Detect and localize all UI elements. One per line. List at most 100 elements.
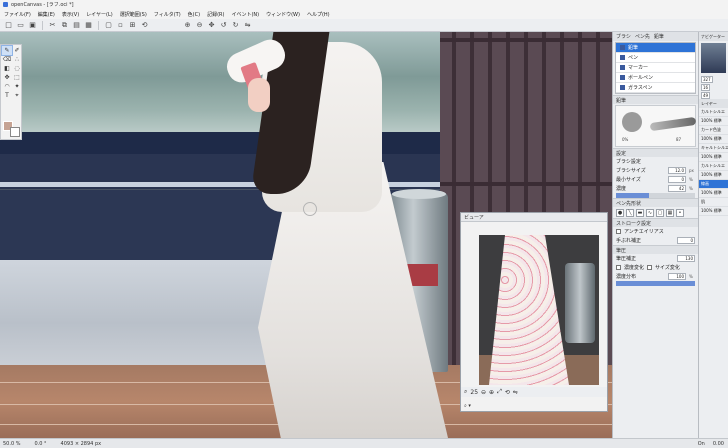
rotate-left-icon[interactable]: ↺ (219, 21, 228, 30)
open-folder-icon[interactable]: ▭ (16, 21, 25, 30)
pressure-curve-input[interactable]: 130 (677, 255, 695, 262)
viewer-rotate-icon[interactable]: ⟲ (505, 389, 510, 396)
density-change-checkbox[interactable] (616, 265, 621, 270)
brush-settings-row[interactable]: ブラシ設定 (613, 157, 698, 166)
menu-select[interactable]: 選択範囲(S) (120, 11, 147, 18)
select-rect-icon[interactable]: ▢ (104, 21, 113, 30)
wand-tool-icon[interactable]: ✦ (12, 82, 22, 91)
layer-item[interactable]: 100% 標準 (699, 135, 728, 144)
tab-tip[interactable]: ペン先 (635, 33, 650, 40)
viewer-zoom-icon[interactable]: ⌕ ▾ (464, 403, 471, 409)
paste-icon[interactable]: ▤ (72, 21, 81, 30)
airbrush-tool-icon[interactable]: ∴ (12, 55, 22, 64)
size-change-checkbox[interactable] (647, 265, 653, 270)
layer-item[interactable]: カード色塗 (699, 126, 728, 135)
menu-record[interactable]: 記録(R) (207, 11, 224, 18)
layer-item[interactable]: 100% 標準 (699, 207, 728, 216)
tip-round-icon[interactable]: ● (616, 208, 624, 217)
menu-event[interactable]: イベント(N) (231, 11, 259, 18)
pen-tool-icon[interactable]: ✎ (1, 45, 13, 56)
flip-icon[interactable]: ⇋ (243, 21, 252, 30)
layer-item[interactable]: カルトシルエ (699, 108, 728, 117)
rotate-canvas-icon[interactable]: ⟲ (140, 21, 149, 30)
navigator-header[interactable]: ナビゲーター (699, 32, 728, 41)
viewer-zoom-in-icon[interactable]: ⊕ (489, 389, 494, 396)
zoom-in-icon[interactable]: ⊕ (183, 21, 192, 30)
layer-item[interactable]: 100% 標準 (699, 171, 728, 180)
antialias-row[interactable]: アンチエイリアス (613, 227, 698, 236)
density-input[interactable]: 42 (668, 185, 686, 192)
pressure-header[interactable]: 筆圧 (613, 245, 698, 254)
layer-item[interactable]: 100% 標準 (699, 153, 728, 162)
move-tool-icon[interactable]: ✥ (2, 73, 12, 82)
menu-file[interactable]: ファイル(F) (4, 11, 31, 18)
hand-correction-input[interactable]: 0 (677, 237, 695, 244)
eraser-tool-icon[interactable]: ⌫ (2, 55, 12, 64)
menu-view[interactable]: 表示(V) (62, 11, 79, 18)
tab-pencil[interactable]: 鉛筆 (654, 33, 664, 40)
layer-item-selected[interactable]: 線画 (699, 180, 728, 189)
navigator-thumbnail[interactable] (701, 43, 726, 73)
brush-item-marker[interactable]: マーカー (616, 63, 695, 73)
tip-section-header[interactable]: 鉛筆 (613, 95, 698, 104)
grid-icon[interactable]: ⊞ (128, 21, 137, 30)
layer-item[interactable]: カルトシルエ (699, 162, 728, 171)
new-file-icon[interactable]: □ (4, 21, 13, 30)
sub-color-swatch[interactable] (10, 127, 20, 137)
menu-window[interactable]: ウィンドウ(W) (266, 11, 300, 18)
rotate-right-icon[interactable]: ↻ (231, 21, 240, 30)
select-tool-icon[interactable]: ⬚ (12, 73, 22, 82)
viewer-zoom-out-icon[interactable]: ⊖ (481, 389, 486, 396)
image-icon[interactable]: ▦ (84, 21, 93, 30)
tip-texture-icon[interactable]: ▦ (666, 208, 674, 217)
copy-icon[interactable]: ⧉ (60, 21, 69, 30)
brush-tool-icon[interactable]: ✐ (12, 46, 22, 55)
layer-item[interactable]: 100% 標準 (699, 189, 728, 198)
layer-item[interactable]: 100% 標準 (699, 117, 728, 126)
menu-layer[interactable]: レイヤー(L) (86, 11, 113, 18)
tip-square-icon[interactable]: ▢ (656, 208, 664, 217)
blur-tool-icon[interactable]: ◌ (12, 64, 22, 73)
navigator-value[interactable]: 327 (701, 75, 713, 83)
cut-icon[interactable]: ✂ (48, 21, 57, 30)
zoom-out-icon[interactable]: ⊖ (195, 21, 204, 30)
navigator-value[interactable]: 16 (701, 83, 711, 91)
tip-flat-icon[interactable]: ▬ (636, 208, 644, 217)
layer-item[interactable]: キャルトシルエ (699, 144, 728, 153)
density-dist-slider[interactable] (616, 281, 695, 286)
save-icon[interactable]: ▣ (28, 21, 37, 30)
stroke-settings-header[interactable]: ストローク設定 (613, 218, 698, 227)
layer-header[interactable]: レイヤー (699, 99, 728, 108)
layer-item[interactable]: 肌 (699, 198, 728, 207)
brush-item-glasspen[interactable]: ガラスペン (616, 83, 695, 93)
menu-help[interactable]: ヘルプ(H) (307, 11, 330, 18)
select-clear-icon[interactable]: ▫ (116, 21, 125, 30)
lasso-tool-icon[interactable]: ◠ (2, 82, 12, 91)
settings-section-header[interactable]: 設定 (613, 148, 698, 157)
antialias-checkbox[interactable] (616, 229, 621, 234)
fill-tool-icon[interactable]: ◧ (2, 64, 12, 73)
menu-filter[interactable]: フィルタ(T) (154, 11, 181, 18)
brush-item-pen[interactable]: ペン (616, 53, 695, 63)
brush-item-ballpen[interactable]: ボールペン (616, 73, 695, 83)
tip-dot-icon[interactable]: • (676, 208, 684, 217)
text-tool-icon[interactable]: T (2, 91, 12, 100)
tab-brush[interactable]: ブラシ (616, 33, 631, 40)
viewer-flip-icon[interactable]: ⇋ (513, 389, 518, 396)
tip-shape-header[interactable]: ペン先形状 (613, 198, 698, 207)
viewer-zoom-icon[interactable]: ⌕ (464, 388, 467, 396)
brush-item-pencil[interactable]: 鉛筆 (616, 43, 695, 53)
eyedropper-tool-icon[interactable]: ⌖ (12, 91, 22, 100)
menu-color[interactable]: 色(C) (188, 11, 200, 18)
fit-screen-icon[interactable]: ✥ (207, 21, 216, 30)
density-dist-input[interactable]: 100 (668, 273, 686, 280)
min-size-input[interactable]: 0 (668, 176, 686, 183)
tip-line-icon[interactable]: ╲ (626, 208, 634, 217)
brush-size-input[interactable]: 12.0 (668, 167, 686, 174)
density-slider[interactable] (616, 193, 695, 198)
viewer-fit-icon[interactable]: ⤢ (497, 388, 502, 396)
tip-curve-icon[interactable]: ∿ (646, 208, 654, 217)
navigator-value[interactable]: 49 (701, 91, 711, 99)
viewer-image[interactable] (479, 235, 599, 385)
menu-edit[interactable]: 編集(E) (38, 11, 55, 18)
